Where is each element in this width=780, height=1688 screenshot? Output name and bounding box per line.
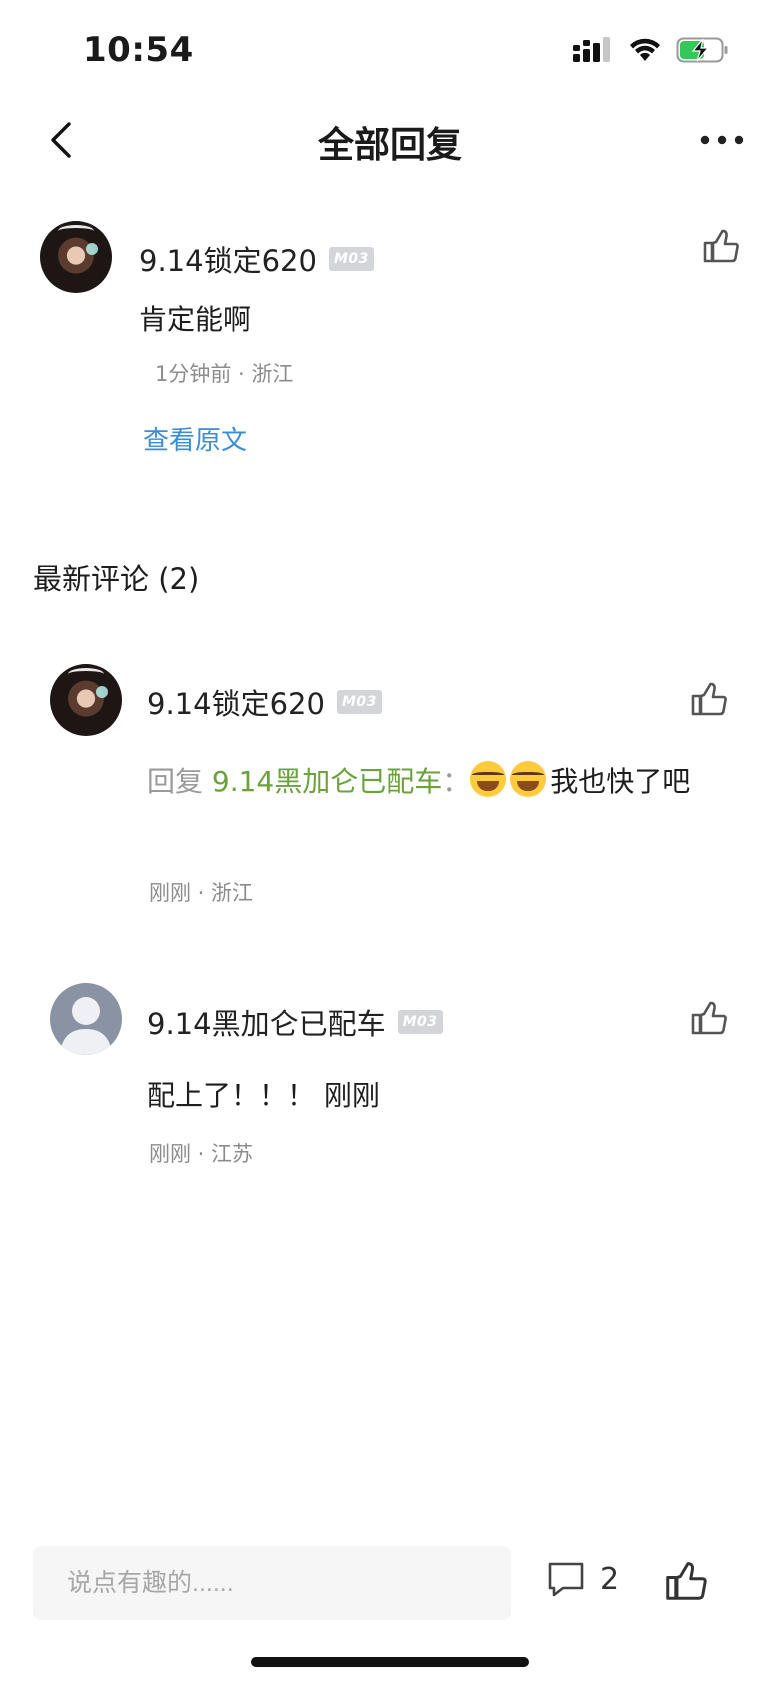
nav-bar: 全部回复 bbox=[0, 100, 780, 180]
avatar[interactable] bbox=[50, 664, 122, 736]
comment-count: 2 bbox=[600, 1561, 620, 1597]
thumbs-up-icon[interactable] bbox=[700, 226, 740, 266]
thumbs-up-icon[interactable] bbox=[662, 1558, 708, 1604]
level-badge: M03 bbox=[328, 247, 374, 271]
level-badge: M03 bbox=[397, 1010, 443, 1034]
username-row: 9.14锁定620 M03 bbox=[147, 681, 382, 723]
page-title: 全部回复 bbox=[317, 125, 462, 166]
default-avatar-icon bbox=[60, 997, 112, 1055]
reply-prefix: 回复 bbox=[147, 765, 212, 798]
reply-colon: ： bbox=[442, 765, 471, 798]
username-row: 9.14锁定620 M03 bbox=[139, 238, 374, 280]
reply-text: 配上了！！！ 刚刚 bbox=[147, 1079, 380, 1112]
home-indicator bbox=[251, 1657, 529, 1667]
thumbs-up-icon[interactable] bbox=[688, 998, 728, 1038]
battery-charging-icon bbox=[676, 37, 728, 63]
comment-bubble-icon bbox=[548, 1562, 584, 1597]
more-dots-icon bbox=[700, 135, 744, 145]
avatar[interactable] bbox=[50, 983, 122, 1055]
reply-target-user[interactable]: 9.14黑加仑已配车 bbox=[212, 765, 442, 798]
avatar[interactable] bbox=[40, 221, 112, 293]
username[interactable]: 9.14黑加仑已配车 bbox=[147, 1001, 386, 1043]
signal-icon bbox=[573, 37, 610, 62]
level-badge: M03 bbox=[336, 690, 382, 714]
username[interactable]: 9.14锁定620 bbox=[139, 238, 317, 280]
comment-meta: 刚刚 · 江苏 bbox=[149, 1142, 254, 1166]
status-time: 10:54 bbox=[83, 30, 194, 70]
status-bar: 10:54 bbox=[0, 0, 780, 100]
laughing-emoji-icon bbox=[470, 761, 507, 797]
section-title: 最新评论 (2) bbox=[33, 562, 200, 596]
username[interactable]: 9.14锁定620 bbox=[147, 681, 325, 723]
comment-count-button[interactable]: 2 bbox=[546, 1560, 619, 1598]
more-options-button[interactable] bbox=[694, 120, 750, 160]
reply-body: 我也快了吧 bbox=[550, 765, 691, 798]
comment-input[interactable] bbox=[33, 1546, 511, 1620]
status-icons bbox=[572, 36, 730, 64]
comment-meta: 刚刚 · 浙江 bbox=[149, 881, 254, 905]
thumbs-up-icon[interactable] bbox=[688, 679, 728, 719]
wifi-icon bbox=[630, 38, 660, 61]
laughing-emoji-icon bbox=[510, 761, 547, 797]
username-row: 9.14黑加仑已配车 M03 bbox=[147, 1001, 443, 1043]
view-original-link[interactable]: 查看原文 bbox=[143, 420, 247, 457]
comment-text: 肯定能啊 bbox=[139, 303, 252, 336]
comment-meta: 1分钟前 · 浙江 bbox=[155, 362, 294, 386]
reply-text: 回复 9.14黑加仑已配车： 我也快了吧 bbox=[147, 757, 737, 807]
